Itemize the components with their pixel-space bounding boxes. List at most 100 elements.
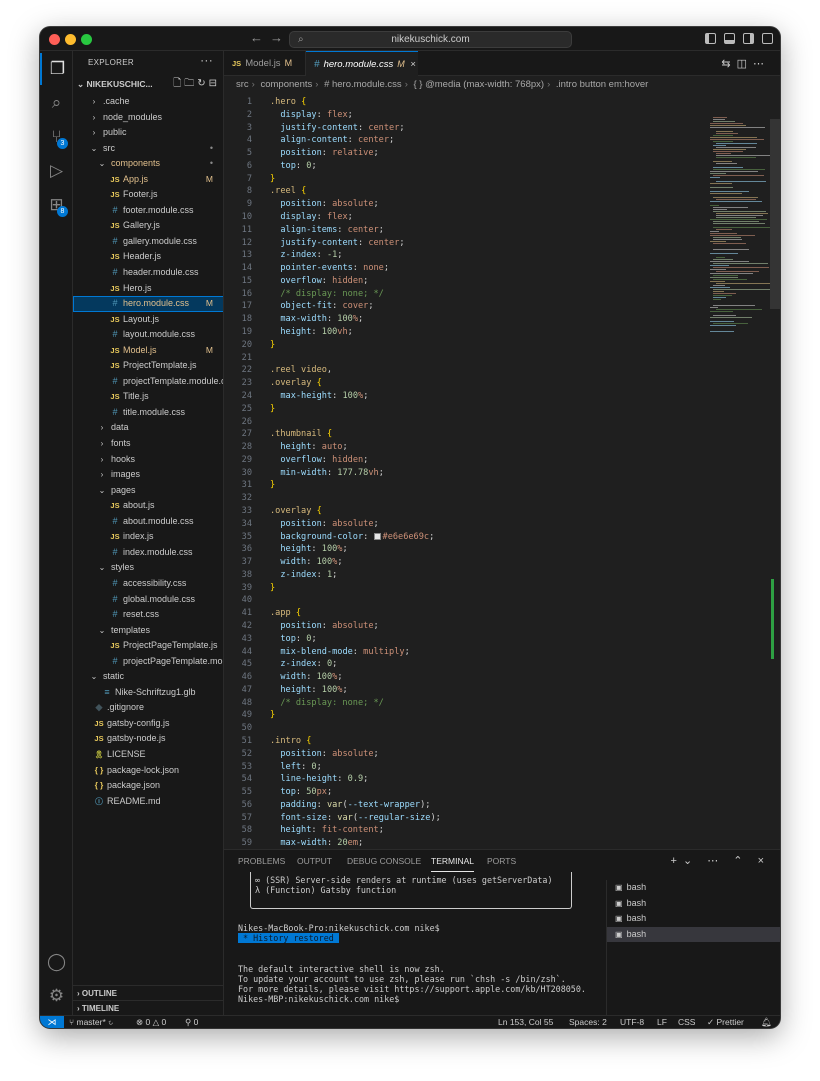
customize-layout-icon[interactable] bbox=[762, 33, 773, 44]
folder-item[interactable]: › .cache bbox=[73, 94, 223, 110]
code-line[interactable]: 20} bbox=[224, 339, 704, 352]
editor-actions[interactable]: ⇆◫⋯ bbox=[721, 57, 770, 70]
code-line[interactable]: 11 align-items: center; bbox=[224, 224, 704, 237]
toggle-sidebar-icon[interactable] bbox=[705, 33, 716, 44]
code-editor[interactable]: 1 .hero {2 display: flex; 3 justify-conten… bbox=[224, 93, 704, 848]
file-item[interactable]: # accessibility.css bbox=[73, 576, 223, 592]
terminal-item[interactable]: ▣ bash bbox=[607, 896, 780, 912]
code-line[interactable]: 59 max-width: 20em; bbox=[224, 837, 704, 848]
file-item[interactable]: JS Header.js bbox=[73, 249, 223, 265]
folder-item[interactable]: ⌄ src • bbox=[73, 141, 223, 157]
code-line[interactable]: 24 max-height: 100%; bbox=[224, 390, 704, 403]
folder-item[interactable]: › node_modules bbox=[73, 110, 223, 126]
folder-item[interactable]: › images bbox=[73, 467, 223, 483]
code-line[interactable]: 55 top: 50px; bbox=[224, 786, 704, 799]
file-item[interactable]: { } package.json bbox=[73, 778, 223, 794]
tab-model-js[interactable]: JS Model.js M bbox=[224, 51, 306, 76]
folder-item[interactable]: ⌄ components • bbox=[73, 156, 223, 172]
explorer-actions[interactable]: 🗋🗀↻⊟ bbox=[173, 74, 220, 94]
code-line[interactable]: 31} bbox=[224, 479, 704, 492]
code-line[interactable]: 17 object-fit: cover; bbox=[224, 300, 704, 313]
code-line[interactable]: 53 left: 0; bbox=[224, 761, 704, 774]
tab-output[interactable]: OUTPUT bbox=[297, 850, 332, 872]
code-line[interactable]: 36 height: 100%; bbox=[224, 543, 704, 556]
code-line[interactable]: 37 width: 100%; bbox=[224, 556, 704, 569]
source-control-icon[interactable]: ⑂ 3 bbox=[40, 121, 73, 153]
file-item[interactable]: JS index.js bbox=[73, 529, 223, 545]
code-line[interactable]: 22 .reel video, bbox=[224, 364, 704, 377]
folder-item[interactable]: ⌄ static bbox=[73, 669, 223, 685]
folder-item[interactable]: › data bbox=[73, 420, 223, 436]
code-line[interactable]: 41 .app { bbox=[224, 607, 704, 620]
file-item[interactable]: JS ProjectTemplate.js bbox=[73, 358, 223, 374]
code-line[interactable]: 23 .overlay { bbox=[224, 377, 704, 390]
file-item[interactable]: JS Hero.js bbox=[73, 281, 223, 297]
outline-section[interactable]: › OUTLINE bbox=[73, 985, 223, 1000]
end-of-line[interactable]: LF bbox=[657, 1016, 667, 1028]
file-item[interactable]: JS gatsby-node.js bbox=[73, 731, 223, 747]
file-item[interactable]: # projectTemplate.module.c... bbox=[73, 374, 223, 390]
folder-item[interactable]: › fonts bbox=[73, 436, 223, 452]
project-root[interactable]: ⌄ NIKEKUSCHIC... 🗋🗀↻⊟ bbox=[73, 74, 223, 94]
code-line[interactable]: 35 background-color: #e6e6e69c; bbox=[224, 531, 704, 544]
panel-actions[interactable]: +⌄ ⋯ ⌃ × bbox=[671, 854, 770, 867]
code-line[interactable]: 25} bbox=[224, 403, 704, 416]
breadcrumb-src[interactable]: src bbox=[236, 79, 249, 90]
notifications-bell-icon[interactable]: 🔔︎ bbox=[761, 1016, 772, 1028]
code-line[interactable]: 3 justify-content: center; bbox=[224, 122, 704, 135]
breadcrumb-selector[interactable]: .intro button em:hover bbox=[556, 79, 648, 90]
code-line[interactable]: 13 z-index: -1; bbox=[224, 249, 704, 262]
breadcrumb-components[interactable]: components bbox=[260, 79, 312, 90]
file-item[interactable]: # footer.module.css bbox=[73, 203, 223, 219]
code-line[interactable]: 27 .thumbnail { bbox=[224, 428, 704, 441]
code-line[interactable]: 21 bbox=[224, 352, 704, 365]
code-line[interactable]: 33 .overlay { bbox=[224, 505, 704, 518]
toggle-secondary-sidebar-icon[interactable] bbox=[743, 33, 754, 44]
close-window-button[interactable] bbox=[49, 34, 60, 45]
minimize-window-button[interactable] bbox=[65, 34, 76, 45]
editor-scrollbar[interactable] bbox=[770, 93, 780, 848]
code-line[interactable]: 52 position: absolute; bbox=[224, 748, 704, 761]
back-arrow-icon[interactable]: ← bbox=[250, 30, 263, 45]
code-line[interactable]: 10 display: flex; bbox=[224, 211, 704, 224]
code-line[interactable]: 1 .hero { bbox=[224, 96, 704, 109]
file-item[interactable]: JS gatsby-config.js bbox=[73, 716, 223, 732]
code-line[interactable]: 16 /* display: none; */ bbox=[224, 288, 704, 301]
remote-indicator-icon[interactable]: ⋊ bbox=[40, 1016, 64, 1028]
code-line[interactable]: 44 mix-blend-mode: multiply; bbox=[224, 646, 704, 659]
folder-item[interactable]: › hooks bbox=[73, 452, 223, 468]
file-item[interactable]: # layout.module.css bbox=[73, 327, 223, 343]
color-swatch[interactable] bbox=[373, 532, 381, 540]
file-item[interactable]: 🎗︎ LICENSE bbox=[73, 747, 223, 763]
code-line[interactable]: 39} bbox=[224, 582, 704, 595]
terminal-item[interactable]: ▣ bash bbox=[607, 911, 780, 927]
tab-hero-module-css[interactable]: # hero.module.css M × bbox=[306, 51, 418, 76]
code-line[interactable]: 6 top: 0; bbox=[224, 160, 704, 173]
indentation[interactable]: Spaces: 2 bbox=[569, 1016, 607, 1028]
toggle-panel-icon[interactable] bbox=[724, 33, 735, 44]
folder-item[interactable]: › public bbox=[73, 125, 223, 141]
code-line[interactable]: 38 z-index: 1; bbox=[224, 569, 704, 582]
code-line[interactable]: 34 position: absolute; bbox=[224, 518, 704, 531]
code-line[interactable]: 30 min-width: 177.78vh; bbox=[224, 467, 704, 480]
minimap[interactable] bbox=[704, 93, 773, 848]
code-line[interactable]: 29 overflow: hidden; bbox=[224, 454, 704, 467]
file-item[interactable]: JS App.js M bbox=[73, 172, 223, 188]
branch-indicator[interactable]: ⑂ master* ↻ bbox=[69, 1016, 113, 1028]
file-item[interactable]: ⓘ README.md bbox=[73, 794, 223, 810]
file-item[interactable]: # about.module.css bbox=[73, 514, 223, 530]
search-icon[interactable]: ⌕ bbox=[40, 87, 73, 119]
code-line[interactable]: 4 align-content: center; bbox=[224, 134, 704, 147]
code-line[interactable]: 49} bbox=[224, 709, 704, 722]
timeline-section[interactable]: › TIMELINE bbox=[73, 1000, 223, 1015]
code-line[interactable]: 32 bbox=[224, 492, 704, 505]
explorer-icon[interactable]: ❐ bbox=[40, 53, 73, 85]
code-line[interactable]: 57 font-size: var(--regular-size); bbox=[224, 812, 704, 825]
file-item[interactable]: JS Footer.js bbox=[73, 187, 223, 203]
file-item[interactable]: # index.module.css bbox=[73, 545, 223, 561]
file-item[interactable]: JS Title.js bbox=[73, 389, 223, 405]
tab-terminal[interactable]: TERMINAL bbox=[431, 850, 474, 872]
code-line[interactable]: 9 position: absolute; bbox=[224, 198, 704, 211]
folder-item[interactable]: ⌄ pages bbox=[73, 483, 223, 499]
code-line[interactable]: 48 /* display: none; */ bbox=[224, 697, 704, 710]
